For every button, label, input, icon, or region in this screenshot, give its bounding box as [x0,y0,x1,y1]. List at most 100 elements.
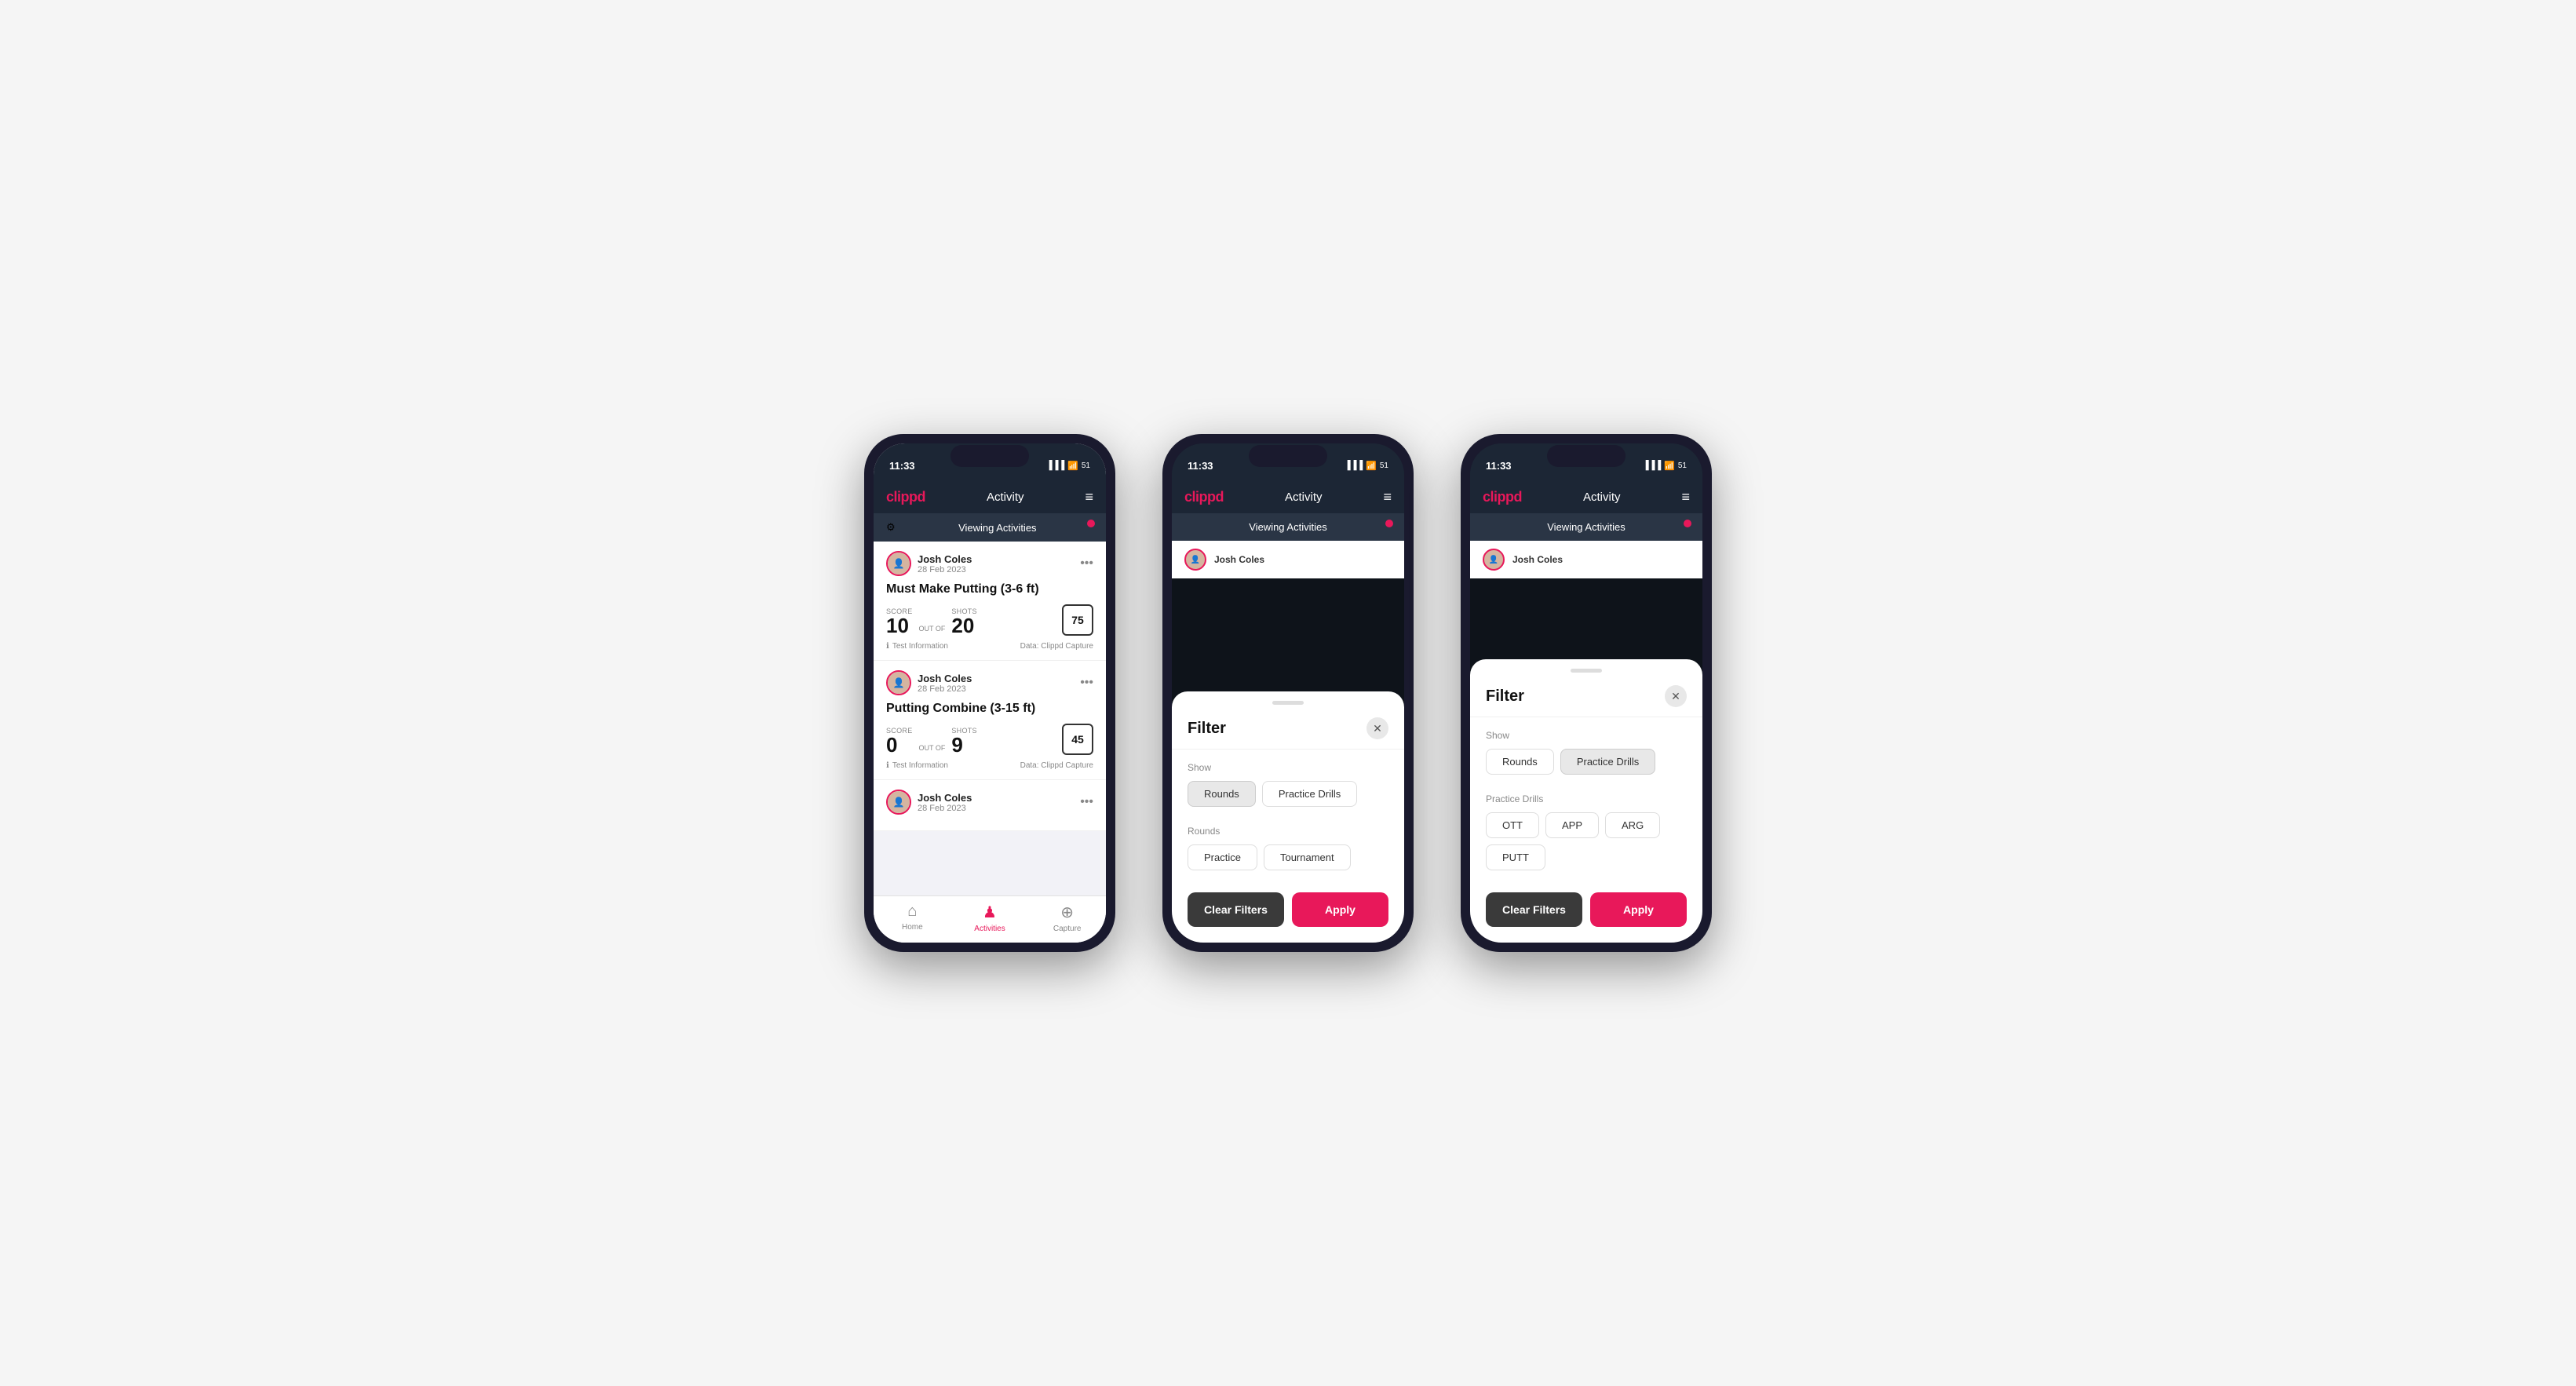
practice-drills-btn-3[interactable]: Practice Drills [1560,749,1655,775]
shot-quality-2: 45 [1062,724,1093,755]
nav-bar-3: clippd Activity ≡ [1470,483,1702,513]
logo-2: clippd [1184,489,1224,505]
nav-title-1: Activity [987,491,1024,504]
logo-3: clippd [1483,489,1522,505]
avatar-dim-2: 👤 [1184,549,1206,571]
user-date-1: 28 Feb 2023 [918,565,972,574]
modal-close-3[interactable]: ✕ [1665,685,1687,707]
activity-header-3: 👤 Josh Coles 28 Feb 2023 ••• [886,790,1093,815]
more-btn-1[interactable]: ••• [1080,556,1093,571]
activity-footer-1: ℹ Test Information Data: Clippd Capture [886,642,1093,651]
filter-dot-2 [1385,520,1393,527]
battery-icon-2: 51 [1380,461,1388,470]
menu-icon-3[interactable]: ≡ [1681,489,1690,505]
time-1: 11:33 [889,460,915,472]
apply-btn-3[interactable]: Apply [1590,892,1687,927]
user-info-2: 👤 Josh Coles 28 Feb 2023 [886,670,972,695]
user-details-2: Josh Coles 28 Feb 2023 [918,673,972,694]
modal-sheet-3: Filter ✕ Show Rounds Practice Drills [1470,659,1702,943]
filter-dot-3 [1684,520,1691,527]
user-details-1: Josh Coles 28 Feb 2023 [918,553,972,574]
data-source-2: Data: Clippd Capture [1020,761,1093,770]
phone-2: 11:33 ▐▐▐ 📶 51 clippd Activity ≡ Viewing… [1162,434,1414,952]
user-date-3: 28 Feb 2023 [918,804,972,813]
stat-group-score-2: Score 0 [886,727,913,755]
avatar-1: 👤 [886,551,911,576]
wifi-icon-1: 📶 [1067,461,1078,471]
phones-container: 11:33 ▐▐▐ 📶 51 clippd Activity ≡ ⚙ Viewi… [864,434,1712,952]
dimmed-content-2: 👤 Josh Coles Filter ✕ Show [1172,541,1404,943]
apply-btn-2[interactable]: Apply [1292,892,1388,927]
test-info-2: ℹ Test Information [886,761,948,770]
menu-icon-2[interactable]: ≡ [1383,489,1392,505]
putt-btn-3[interactable]: PUTT [1486,844,1545,870]
filter-icon-1: ⚙ [886,521,896,534]
modal-title-2: Filter [1188,720,1226,738]
rounds-label-2: Rounds [1188,826,1388,837]
capture-icon-1: ⊕ [1060,903,1074,922]
tab-capture-label-1: Capture [1053,925,1082,933]
activities-icon-1: ♟ [983,903,997,922]
score-value-2: 0 [886,735,913,755]
menu-icon-1[interactable]: ≡ [1085,489,1093,505]
nav-title-2: Activity [1285,491,1323,504]
practice-drills-btn-2[interactable]: Practice Drills [1262,781,1357,807]
activity-item-3: 👤 Josh Coles 28 Feb 2023 ••• [874,780,1106,831]
tab-home-1[interactable]: ⌂ Home [874,903,951,933]
user-row-dim-2: 👤 Josh Coles [1172,541,1404,578]
show-section-3: Show Rounds Practice Drills [1470,717,1702,781]
bottom-tabs-1: ⌂ Home ♟ Activities ⊕ Capture [874,895,1106,943]
user-row-dim-3: 👤 Josh Coles [1470,541,1702,578]
viewing-activities-bg-3: Viewing Activities [1483,521,1690,533]
avatar-dim-3: 👤 [1483,549,1505,571]
user-info-1: 👤 Josh Coles 28 Feb 2023 [886,551,972,576]
clear-filters-btn-2[interactable]: Clear Filters [1188,892,1284,927]
dynamic-island-1 [950,445,1029,467]
show-section-2: Show Rounds Practice Drills [1172,750,1404,813]
tab-activities-1[interactable]: ♟ Activities [951,903,1029,933]
user-dim-2: Josh Coles [1214,554,1264,565]
battery-icon-1: 51 [1082,461,1090,470]
activity-title-2: Putting Combine (3-15 ft) [886,702,1093,716]
out-of-1: OUT OF [919,625,946,633]
wifi-icon-3: 📶 [1664,461,1675,471]
more-btn-2[interactable]: ••• [1080,676,1093,690]
shots-value-1: 20 [951,615,977,636]
show-buttons-3: Rounds Practice Drills [1486,749,1687,775]
stat-group-score-1: Score 10 [886,607,913,636]
activity-title-1: Must Make Putting (3-6 ft) [886,582,1093,596]
show-label-3: Show [1486,730,1687,741]
logo-1: clippd [886,489,925,505]
practice-btn-2[interactable]: Practice [1188,844,1257,870]
data-source-1: Data: Clippd Capture [1020,642,1093,651]
rounds-btn-3[interactable]: Rounds [1486,749,1554,775]
clear-filters-btn-3[interactable]: Clear Filters [1486,892,1582,927]
battery-icon-3: 51 [1678,461,1687,470]
ott-btn-3[interactable]: OTT [1486,812,1539,838]
activity-item-1: 👤 Josh Coles 28 Feb 2023 ••• Must Make P… [874,542,1106,661]
stats-row-1: Score 10 OUT OF Shots 20 75 [886,604,1093,636]
nav-bar-2: clippd Activity ≡ [1172,483,1404,513]
tab-capture-1[interactable]: ⊕ Capture [1028,903,1106,933]
rounds-btn-2[interactable]: Rounds [1188,781,1256,807]
status-icons-2: ▐▐▐ 📶 51 [1345,461,1388,471]
modal-title-3: Filter [1486,688,1524,706]
filter-dot-1 [1087,520,1095,527]
dynamic-island-3 [1547,445,1626,467]
app-btn-3[interactable]: APP [1545,812,1599,838]
more-btn-3[interactable]: ••• [1080,795,1093,809]
time-2: 11:33 [1188,460,1213,472]
filter-banner-bg-2: Viewing Activities [1172,513,1404,541]
arg-btn-3[interactable]: ARG [1605,812,1660,838]
practice-drills-section-3: Practice Drills OTT APP ARG PUTT [1470,781,1702,877]
nav-bar-1: clippd Activity ≡ [874,483,1106,513]
modal-footer-2: Clear Filters Apply [1172,877,1404,927]
out-of-2: OUT OF [919,744,946,752]
nav-title-3: Activity [1583,491,1621,504]
modal-close-2[interactable]: ✕ [1366,717,1388,739]
activity-header-2: 👤 Josh Coles 28 Feb 2023 ••• [886,670,1093,695]
tournament-btn-2[interactable]: Tournament [1264,844,1351,870]
filter-banner-1[interactable]: ⚙ Viewing Activities [874,513,1106,542]
dynamic-island-2 [1249,445,1327,467]
status-icons-3: ▐▐▐ 📶 51 [1643,461,1687,471]
